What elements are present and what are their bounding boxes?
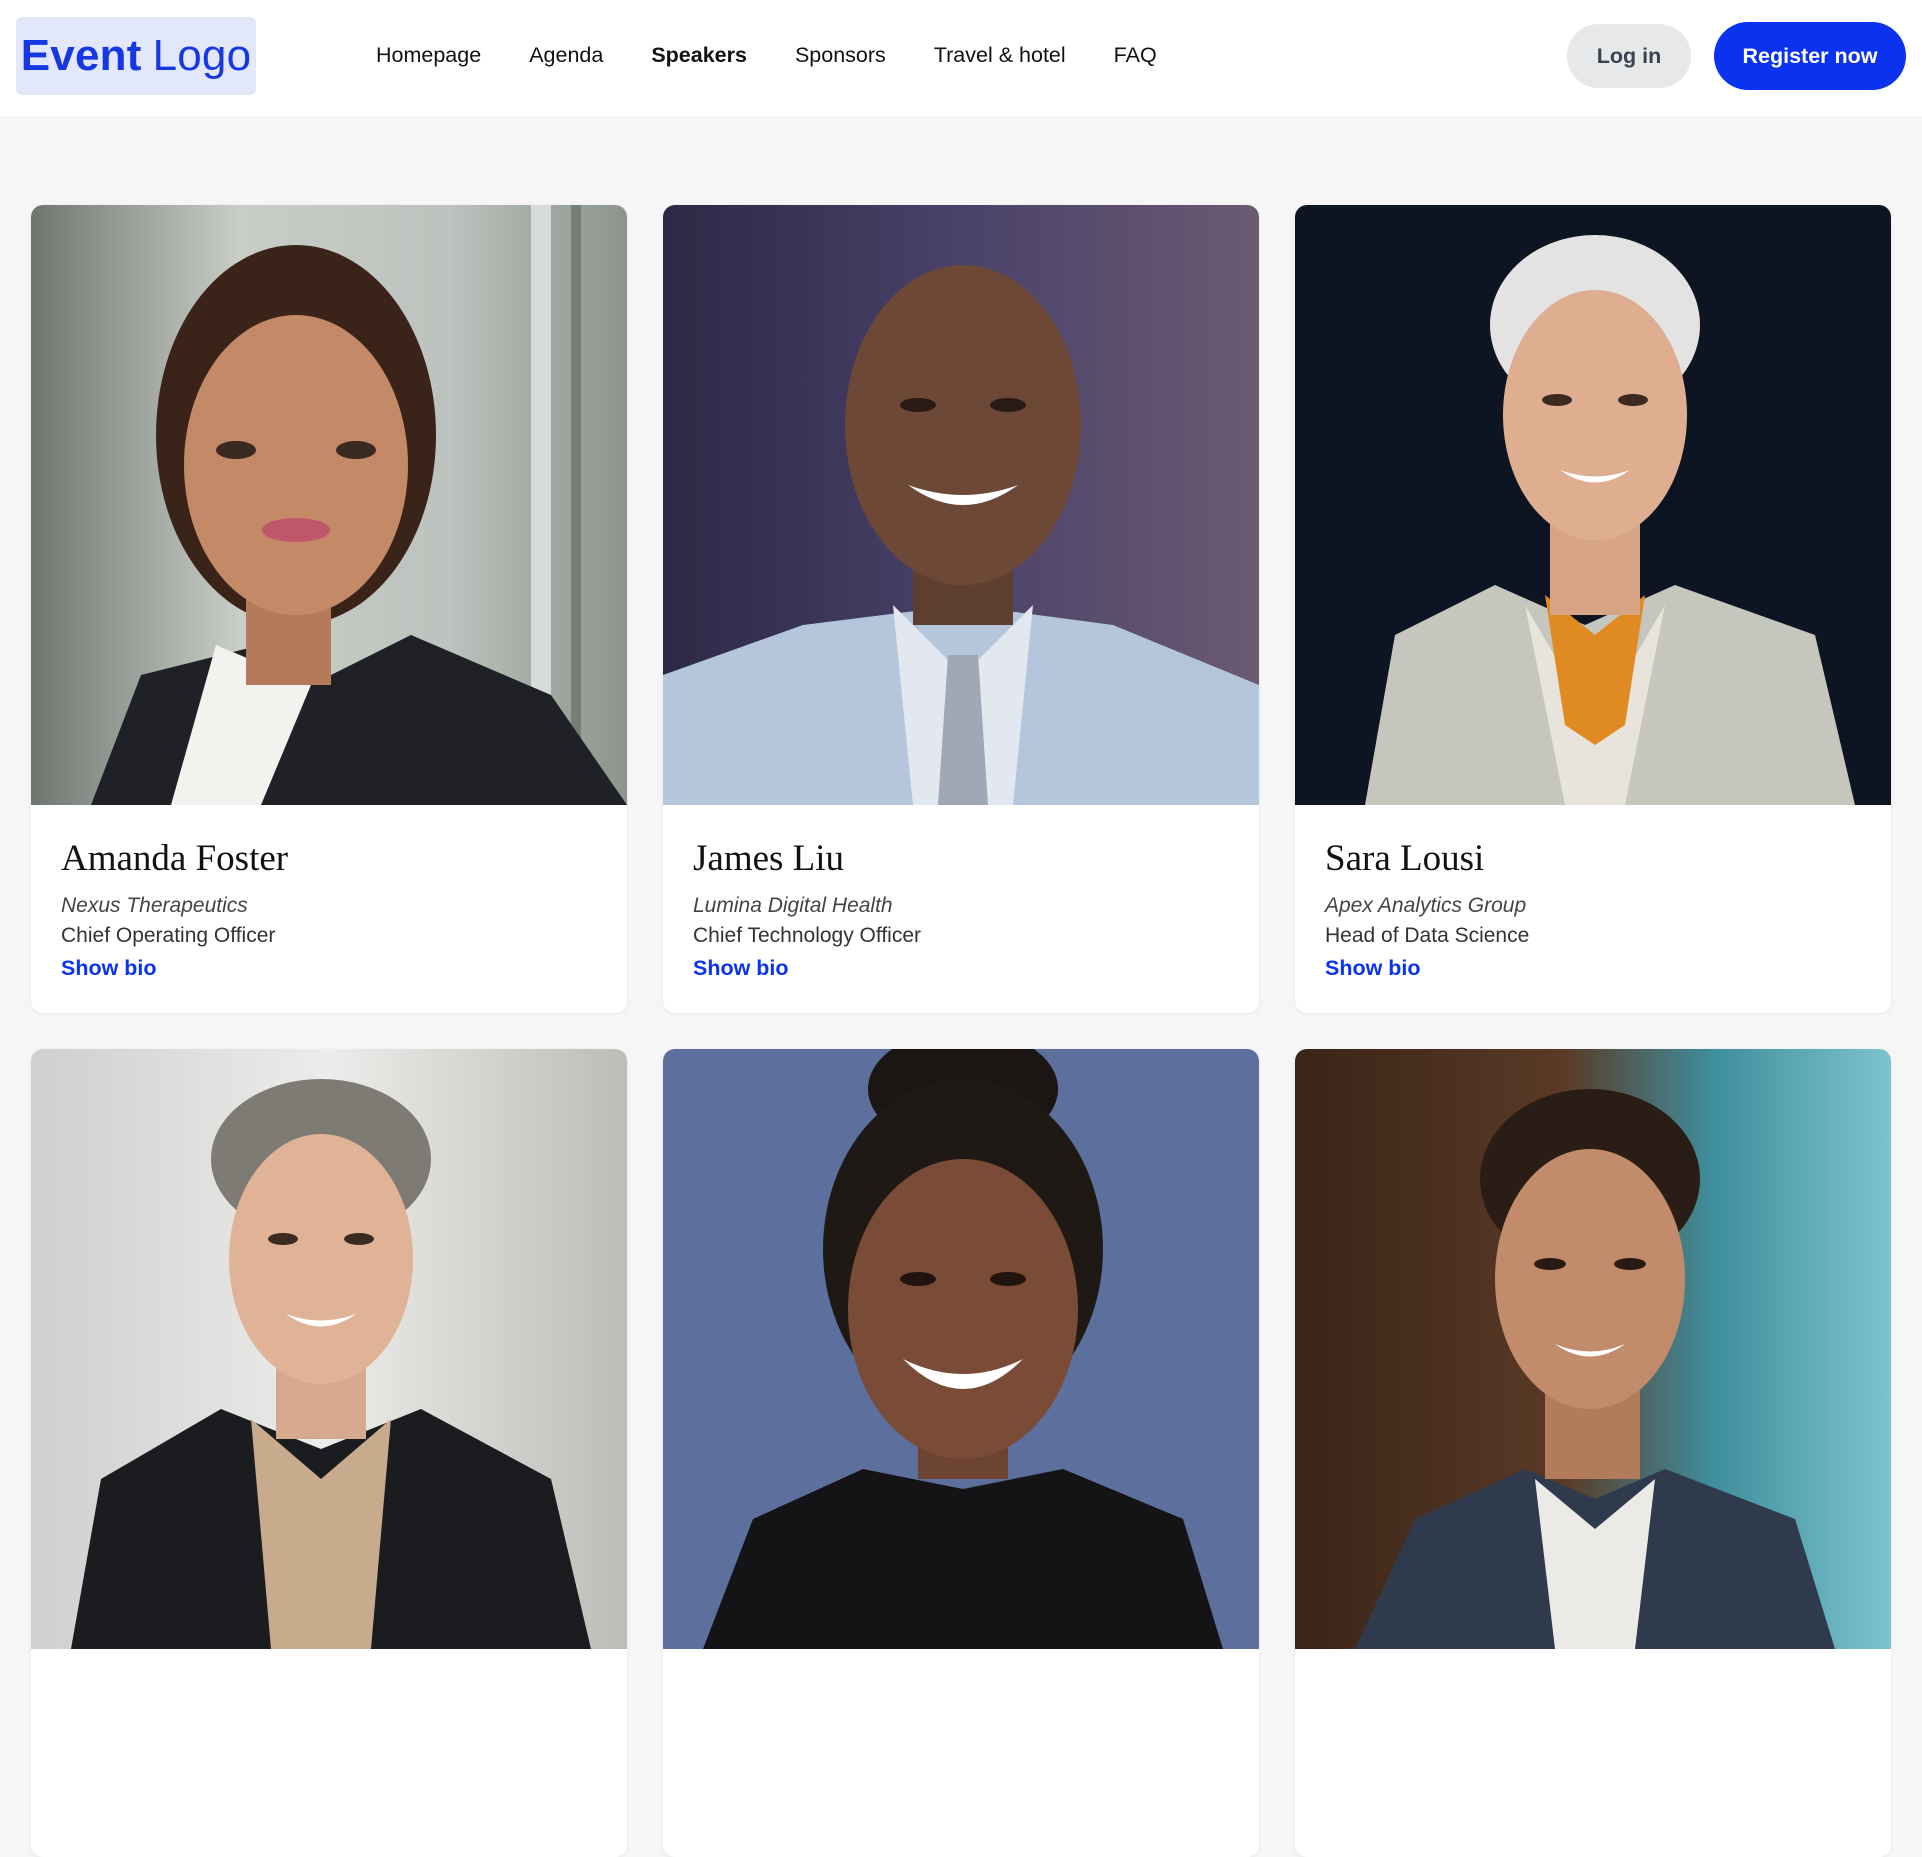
speaker-card <box>663 1049 1259 1857</box>
speaker-card: Amanda Foster Nexus Therapeutics Chief O… <box>31 205 627 1013</box>
speaker-grid: Amanda Foster Nexus Therapeutics Chief O… <box>31 205 1891 1857</box>
speaker-photo <box>1295 205 1891 805</box>
man-speaker-stage-image <box>1295 1049 1891 1649</box>
speaker-card: Sara Lousi Apex Analytics Group Head of … <box>1295 205 1891 1013</box>
speaker-name: James Liu <box>693 838 845 879</box>
speaker-photo <box>1295 1049 1891 1649</box>
main-nav: Homepage Agenda Speakers Sponsors Travel… <box>376 38 1205 72</box>
nav-travel-hotel[interactable]: Travel & hotel <box>934 43 1066 68</box>
login-button[interactable]: Log in <box>1567 24 1691 88</box>
show-bio-link[interactable]: Show bio <box>693 956 789 980</box>
nav-faq[interactable]: FAQ <box>1114 43 1157 68</box>
site-header: Event Logo Homepage Agenda Speakers Spon… <box>0 0 1922 116</box>
woman-portrait-dark-bg-image <box>1295 205 1891 805</box>
event-logo[interactable]: Event Logo <box>16 17 256 95</box>
speaker-company: Nexus Therapeutics <box>61 893 248 917</box>
speaker-role: Chief Operating Officer <box>61 923 276 947</box>
speaker-photo <box>663 1049 1259 1649</box>
speaker-role: Head of Data Science <box>1325 923 1530 947</box>
speaker-company: Lumina Digital Health <box>693 893 893 917</box>
show-bio-link[interactable]: Show bio <box>61 956 157 980</box>
woman-portrait-light-bg-image <box>31 1049 627 1649</box>
nav-speakers[interactable]: Speakers <box>651 43 747 68</box>
speaker-photo <box>31 205 627 805</box>
woman-portrait-blue-bg-image <box>663 1049 1259 1649</box>
speaker-card: James Liu Lumina Digital Health Chief Te… <box>663 205 1259 1013</box>
logo-light-text: Logo <box>152 31 252 80</box>
speaker-photo <box>31 1049 627 1649</box>
woman-portrait-office-image <box>31 205 627 805</box>
speaker-card <box>1295 1049 1891 1857</box>
speaker-role: Chief Technology Officer <box>693 923 922 947</box>
speaker-card <box>31 1049 627 1857</box>
speaker-photo <box>663 205 1259 805</box>
register-button[interactable]: Register now <box>1714 22 1906 90</box>
man-portrait-purple-bg-image <box>663 205 1259 805</box>
show-bio-link[interactable]: Show bio <box>1325 956 1421 980</box>
speaker-name: Sara Lousi <box>1325 838 1485 879</box>
speaker-company: Apex Analytics Group <box>1325 893 1527 917</box>
nav-homepage[interactable]: Homepage <box>376 43 481 68</box>
nav-sponsors[interactable]: Sponsors <box>795 43 886 68</box>
logo-bold-text: Event <box>20 31 142 80</box>
nav-agenda[interactable]: Agenda <box>529 43 603 68</box>
speaker-name: Amanda Foster <box>61 838 289 879</box>
